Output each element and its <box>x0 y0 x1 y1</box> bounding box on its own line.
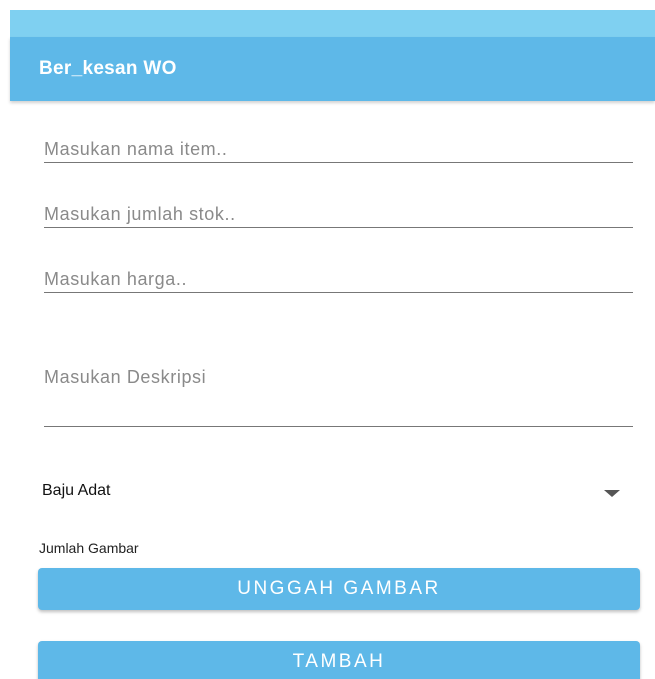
add-button[interactable]: TAMBAH <box>38 641 640 679</box>
app-title: Ber_kesan WO <box>39 58 177 79</box>
dropdown-arrow-icon <box>604 490 620 497</box>
stock-input[interactable] <box>44 201 633 228</box>
price-input[interactable] <box>44 266 633 293</box>
description-input[interactable] <box>44 364 633 427</box>
app-bar: Ber_kesan WO <box>10 37 655 101</box>
category-selected-value: Baju Adat <box>42 482 111 499</box>
upload-image-button[interactable]: UNGGAH GAMBAR <box>38 568 640 610</box>
app-screen: Ber_kesan WO Baju Adat Jumlah Gambar UNG… <box>0 0 655 679</box>
image-count-label: Jumlah Gambar <box>39 540 139 556</box>
category-spinner[interactable]: Baju Adat <box>40 474 630 510</box>
item-name-input[interactable] <box>44 136 633 163</box>
status-bar <box>10 10 655 37</box>
